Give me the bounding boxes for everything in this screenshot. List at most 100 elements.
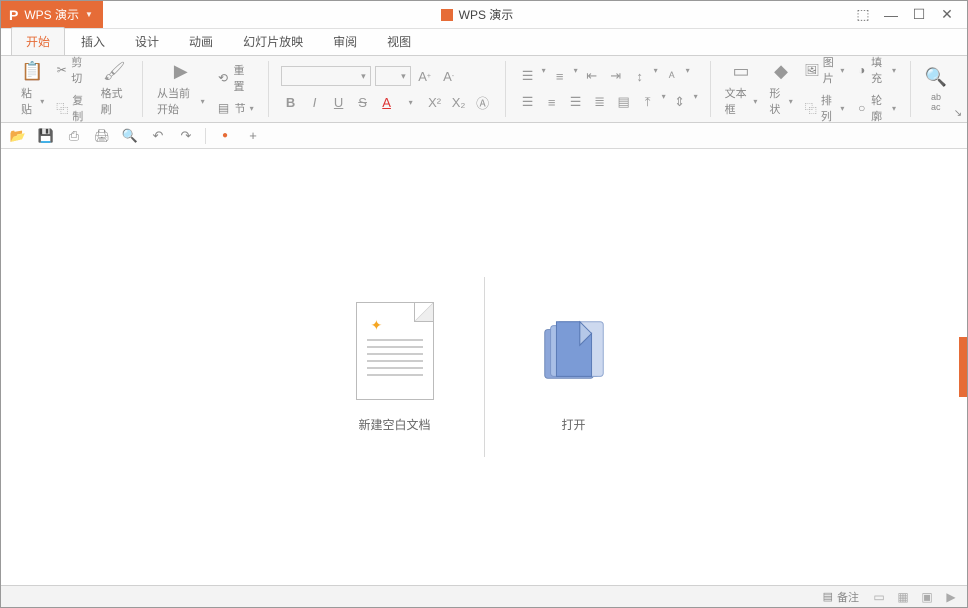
bold-button[interactable]: B (281, 92, 301, 112)
close-button[interactable]: ✕ (935, 5, 959, 25)
decrease-indent-button[interactable]: ⇤ (582, 66, 602, 86)
preview-icon[interactable]: 🔍 (121, 127, 139, 145)
ribbon-expand-icon[interactable]: ↘ (951, 106, 965, 120)
print-icon[interactable]: 🖨 (93, 127, 111, 145)
subscript-button[interactable]: X₂ (449, 92, 469, 112)
font-size-select[interactable]: ▾ (375, 66, 411, 86)
quick-access-bar: 📂 💾 ⎙ 🖨 🔍 ↶ ↷ ● + (1, 123, 967, 149)
arrange-icon: ⿻ (805, 101, 817, 115)
tab-design[interactable]: 设计 (121, 28, 173, 55)
justify-button[interactable]: ≣ (590, 92, 610, 112)
arrange-button[interactable]: ⿻排列▾ (803, 90, 847, 123)
document-icon (441, 9, 453, 21)
line-spacing-button[interactable]: ↕ (630, 66, 650, 86)
tab-slideshow[interactable]: 幻灯片放映 (229, 28, 317, 55)
chevron-down-icon: ▾ (201, 97, 205, 106)
notes-icon: ▤ (823, 590, 833, 603)
shape-button[interactable]: ◆ 形状▾ (763, 61, 798, 117)
format-painter-button[interactable]: 🖌 格式刷 (95, 61, 134, 117)
tab-view[interactable]: 视图 (373, 28, 425, 55)
workspace: ✦ 新建空白文档 打开 (1, 149, 967, 585)
reset-button[interactable]: ⟲重置 (215, 60, 256, 96)
window-controls: ⬚ — ☐ ✕ (851, 1, 967, 28)
view-normal-icon[interactable]: ▭ (871, 590, 887, 604)
open-document-button[interactable]: 打开 (485, 302, 663, 433)
view-slideshow-icon[interactable]: ▶ (943, 590, 959, 604)
maximize-button[interactable]: ☐ (907, 5, 931, 25)
outline-button[interactable]: ○轮廓▾ (854, 90, 898, 123)
app-logo-icon: P (9, 7, 18, 23)
strikethrough-button[interactable]: S (353, 92, 373, 112)
clear-format-button[interactable]: Ⓐ (473, 92, 493, 112)
tab-animation[interactable]: 动画 (175, 28, 227, 55)
app-brand[interactable]: P WPS 演示 ▼ (1, 1, 103, 28)
title-bar: P WPS 演示 ▼ WPS 演示 ⬚ — ☐ ✕ (1, 1, 967, 29)
status-bar: ▤ 备注 ▭ ▦ ▣ ▶ (1, 585, 967, 607)
underline-button[interactable]: U (329, 92, 349, 112)
bullet-list-button[interactable]: ☰ (518, 66, 538, 86)
cut-button[interactable]: ✂剪切 (54, 55, 90, 88)
title-center: WPS 演示 (103, 1, 851, 28)
align-right-button[interactable]: ☰ (566, 92, 586, 112)
play-from-current-button[interactable]: ▶ 从当前开始▾ (151, 61, 211, 117)
ribbon-group-slides: ▶ 从当前开始▾ ⟲重置 ▤节▾ (143, 61, 269, 117)
section-button[interactable]: ▤节▾ (215, 98, 256, 118)
ribbon: 📋 粘贴▾ ✂剪切 ⿻复制 🖌 格式刷 ▶ 从当前开始▾ ⟲重置 ▤节▾ ▾ ▾… (1, 55, 967, 123)
picture-button[interactable]: 🖼图片▾ (803, 55, 847, 88)
italic-button[interactable]: I (305, 92, 325, 112)
undo-icon[interactable]: ↶ (149, 127, 167, 145)
font-family-select[interactable]: ▾ (281, 66, 371, 86)
blank-document-icon: ✦ (356, 302, 434, 400)
increase-font-button[interactable]: A+ (415, 66, 435, 86)
view-sorter-icon[interactable]: ▦ (895, 590, 911, 604)
menu-tabs: 开始 插入 设计 动画 幻灯片放映 审阅 视图 (1, 29, 967, 55)
superscript-button[interactable]: X² (425, 92, 445, 112)
paste-button[interactable]: 📋 粘贴▾ (15, 61, 50, 117)
play-icon: ▶ (170, 61, 192, 82)
restore-up-icon[interactable]: ⬚ (851, 5, 875, 25)
view-reading-icon[interactable]: ▣ (919, 590, 935, 604)
tab-insert[interactable]: 插入 (67, 28, 119, 55)
find-button[interactable]: 🔍 abac (919, 61, 953, 117)
font-color-button[interactable]: A (377, 92, 397, 112)
ribbon-group-insert: ▭ 文本框▾ ◆ 形状▾ 🖼图片▾ ⿻排列▾ ◑填充▾ ○轮廓▾ (711, 61, 911, 117)
fill-icon: ◑ (856, 63, 867, 77)
chevron-down-icon: ▼ (85, 10, 93, 19)
align-top-button[interactable]: ⤒ (638, 92, 658, 112)
columns-button[interactable]: ▤ (614, 92, 634, 112)
picture-icon: 🖼 (805, 63, 819, 77)
ribbon-group-clipboard: 📋 粘贴▾ ✂剪切 ⿻复制 🖌 格式刷 (7, 61, 143, 117)
text-direction-button[interactable]: ᴬ (662, 66, 682, 86)
open-file-icon[interactable]: 📂 (9, 127, 27, 145)
tab-start[interactable]: 开始 (11, 27, 65, 55)
textbox-button[interactable]: ▭ 文本框▾ (719, 61, 764, 117)
shape-icon: ◆ (770, 61, 792, 82)
align-left-button[interactable]: ☰ (518, 92, 538, 112)
side-panel-handle[interactable] (959, 337, 967, 397)
align-middle-button[interactable]: ⇕ (670, 92, 690, 112)
font-color-dropdown[interactable]: ▾ (401, 92, 421, 112)
increase-indent-button[interactable]: ⇥ (606, 66, 626, 86)
chevron-down-icon: ▾ (789, 97, 793, 106)
copy-icon: ⿻ (56, 101, 68, 115)
reset-icon: ⟲ (217, 71, 230, 85)
minimize-button[interactable]: — (879, 5, 903, 25)
align-center-button[interactable]: ≡ (542, 92, 562, 112)
export-icon[interactable]: ⎙ (65, 127, 83, 145)
decrease-font-button[interactable]: A- (439, 66, 459, 86)
notes-button[interactable]: ▤ 备注 (823, 589, 859, 605)
fill-button[interactable]: ◑填充▾ (854, 55, 898, 88)
search-icon: 🔍 (925, 67, 947, 89)
ribbon-group-font: ▾ ▾ A+ A- B I U S A ▾ X² X₂ Ⓐ (269, 61, 506, 117)
new-blank-document-button[interactable]: ✦ 新建空白文档 (306, 302, 484, 433)
number-list-button[interactable]: ≡ (550, 66, 570, 86)
copy-button[interactable]: ⿻复制 (54, 90, 90, 123)
sparkle-icon: ✦ (371, 317, 383, 334)
add-icon[interactable]: + (244, 127, 262, 145)
textbox-icon: ▭ (730, 61, 752, 82)
redo-icon[interactable]: ↷ (177, 127, 195, 145)
marker-icon[interactable]: ● (216, 127, 234, 145)
save-icon[interactable]: 💾 (37, 127, 55, 145)
separator (205, 128, 206, 144)
tab-review[interactable]: 审阅 (319, 28, 371, 55)
